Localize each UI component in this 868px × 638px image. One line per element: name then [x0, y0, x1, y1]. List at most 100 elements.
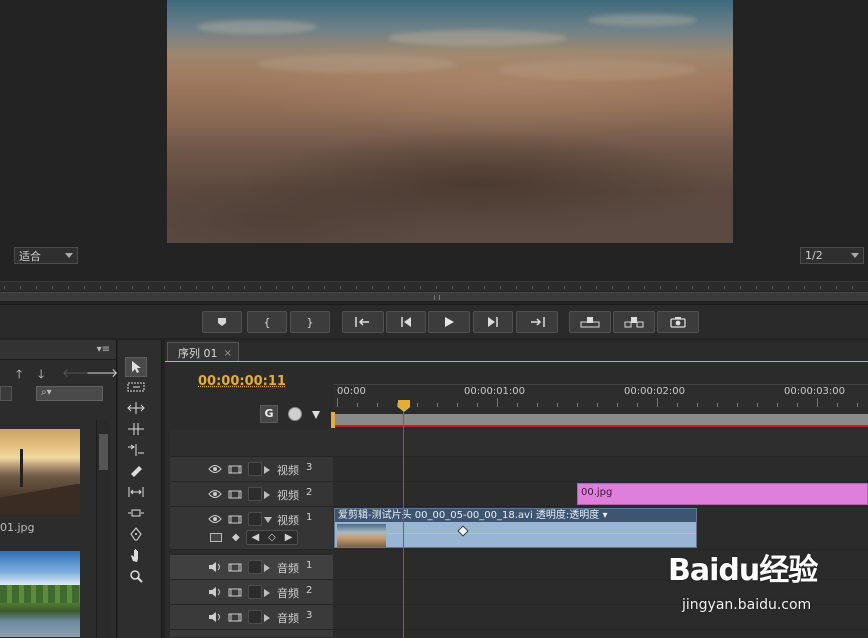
work-area-start-handle[interactable] — [331, 412, 335, 428]
snap-toggle[interactable]: G — [260, 405, 278, 423]
project-item-thumbnail[interactable] — [0, 429, 80, 515]
slide-tool[interactable] — [125, 503, 147, 523]
scrollbar-grip-icon[interactable] — [434, 295, 440, 300]
monitor-ruler-tick — [788, 286, 789, 289]
expand-arrow-icon[interactable] — [264, 491, 270, 499]
film-icon[interactable] — [228, 514, 242, 524]
program-video-frame — [167, 0, 733, 243]
next-keyframe-icon[interactable]: ▶ — [285, 532, 293, 543]
expand-arrow-icon[interactable] — [264, 589, 270, 597]
program-monitor: 适合 1/2 — [0, 0, 868, 304]
film-icon[interactable] — [228, 562, 242, 572]
speaker-icon[interactable] — [208, 587, 222, 597]
film-icon[interactable] — [228, 464, 242, 474]
track-header-audio-2[interactable]: 音频 2 — [170, 580, 333, 605]
collapse-arrow-icon[interactable] — [264, 517, 272, 523]
track-header-video-3[interactable]: 视频 3 — [170, 457, 333, 482]
monitor-time-ruler[interactable] — [0, 281, 868, 291]
track-header-audio-1[interactable]: 音频 1 — [170, 555, 333, 580]
previous-keyframe-icon[interactable]: ◀ — [251, 532, 259, 543]
go-to-out-button[interactable] — [516, 311, 558, 333]
track-header-video-2[interactable]: 视频 2 — [170, 482, 333, 507]
razor-tool[interactable] — [125, 461, 147, 481]
lock-toggle[interactable] — [248, 487, 262, 501]
rate-stretch-tool[interactable] — [125, 440, 147, 460]
monitor-ruler-tick — [68, 286, 69, 289]
lock-toggle[interactable] — [248, 585, 262, 599]
clip-intro-avi[interactable]: 爱剪辑-测试片头 00_00_05-00_00_18.avi 透明度:透明度 ▾ — [334, 508, 697, 548]
speaker-icon[interactable] — [208, 612, 222, 622]
timeline-marker-icon[interactable] — [312, 411, 320, 419]
track-header-audio-3[interactable]: 音频 3 — [170, 605, 333, 630]
go-to-in-button[interactable] — [342, 311, 384, 333]
expand-arrow-icon[interactable] — [264, 564, 270, 572]
eye-icon[interactable] — [208, 514, 222, 524]
eye-icon[interactable] — [208, 464, 222, 474]
ruler-label: 00:00:03:00 — [784, 386, 846, 397]
film-icon[interactable] — [228, 489, 242, 499]
fit-select[interactable]: 适合 — [14, 247, 78, 264]
close-icon[interactable]: × — [224, 348, 232, 359]
extract-button[interactable] — [613, 311, 655, 333]
resolution-select[interactable]: 1/2 — [800, 247, 864, 264]
eye-icon[interactable] — [208, 489, 222, 499]
monitor-ruler-tick — [20, 286, 21, 289]
display-style-icon[interactable] — [210, 533, 222, 542]
project-item-thumbnail[interactable] — [0, 551, 80, 637]
play-button[interactable] — [428, 311, 470, 333]
ruler-tick — [377, 403, 378, 407]
monitor-ruler-tick — [148, 286, 149, 289]
monitor-zoom-scrollbar[interactable] — [0, 292, 868, 302]
lock-toggle[interactable] — [248, 610, 262, 624]
expand-arrow-icon[interactable] — [264, 614, 270, 622]
step-forward-button[interactable] — [473, 311, 513, 333]
lock-toggle[interactable] — [248, 462, 262, 476]
keyframe-diamond-icon[interactable]: ◆ — [232, 532, 240, 543]
tab-sequence-01[interactable]: 序列 01 × — [167, 342, 239, 361]
lift-button[interactable] — [569, 311, 611, 333]
add-marker-button[interactable] — [202, 311, 242, 333]
playhead-line[interactable] — [403, 404, 404, 638]
film-icon[interactable] — [228, 587, 242, 597]
opacity-rubber-band[interactable] — [387, 533, 696, 534]
ruler-tick — [777, 403, 778, 407]
slip-tool[interactable] — [125, 482, 147, 502]
project-search-input[interactable]: ⌕▾ — [36, 386, 103, 401]
track-video-3[interactable] — [333, 457, 868, 482]
film-icon[interactable] — [228, 612, 242, 622]
mark-out-button[interactable]: } — [290, 311, 330, 333]
project-scrollbar[interactable] — [96, 420, 110, 638]
arrow-right-icon[interactable]: 🡒 — [86, 365, 118, 380]
hand-tool[interactable] — [125, 545, 147, 565]
mark-in-button[interactable]: { — [247, 311, 287, 333]
monitor-ruler-tick — [596, 286, 597, 289]
rolling-edit-tool[interactable] — [125, 419, 147, 439]
export-frame-button[interactable] — [657, 311, 699, 333]
premiere-window: 适合 1/2 { } ▾≡ 🡑 🡓 🡐 🡒 ⌕▾ 01.jpg 序列 01 × … — [0, 0, 868, 638]
timeline-timecode[interactable]: 00:00:00:11 — [198, 374, 286, 389]
zoom-tool[interactable] — [125, 566, 147, 586]
monitor-ruler-tick — [276, 286, 277, 289]
keyframe-marker[interactable] — [457, 525, 469, 537]
lock-toggle[interactable] — [248, 512, 262, 526]
add-marker-globe-icon[interactable] — [288, 407, 302, 421]
track-number: 1 — [306, 512, 313, 523]
step-back-button[interactable] — [386, 311, 426, 333]
filter-dropdown[interactable] — [0, 386, 12, 401]
scrollbar-thumb[interactable] — [99, 434, 108, 470]
panel-menu-icon[interactable]: ▾≡ — [97, 344, 110, 355]
track-select-tool[interactable] — [125, 377, 147, 397]
monitor-ruler-tick — [692, 286, 693, 289]
add-keyframe-icon[interactable]: ◇ — [268, 532, 276, 543]
speaker-icon[interactable] — [208, 562, 222, 572]
expand-arrow-icon[interactable] — [264, 466, 270, 474]
pen-tool[interactable] — [125, 524, 147, 544]
lock-toggle[interactable] — [248, 560, 262, 574]
work-area-bar[interactable] — [333, 414, 868, 427]
keyframe-navigator[interactable]: ◀ ◇ ▶ — [246, 530, 298, 545]
clip-00-jpg[interactable]: 00.jpg — [577, 483, 868, 505]
selection-tool[interactable] — [125, 357, 147, 377]
track-number: 3 — [306, 610, 313, 621]
ripple-edit-tool[interactable] — [125, 398, 147, 418]
monitor-ruler-tick — [404, 286, 405, 289]
